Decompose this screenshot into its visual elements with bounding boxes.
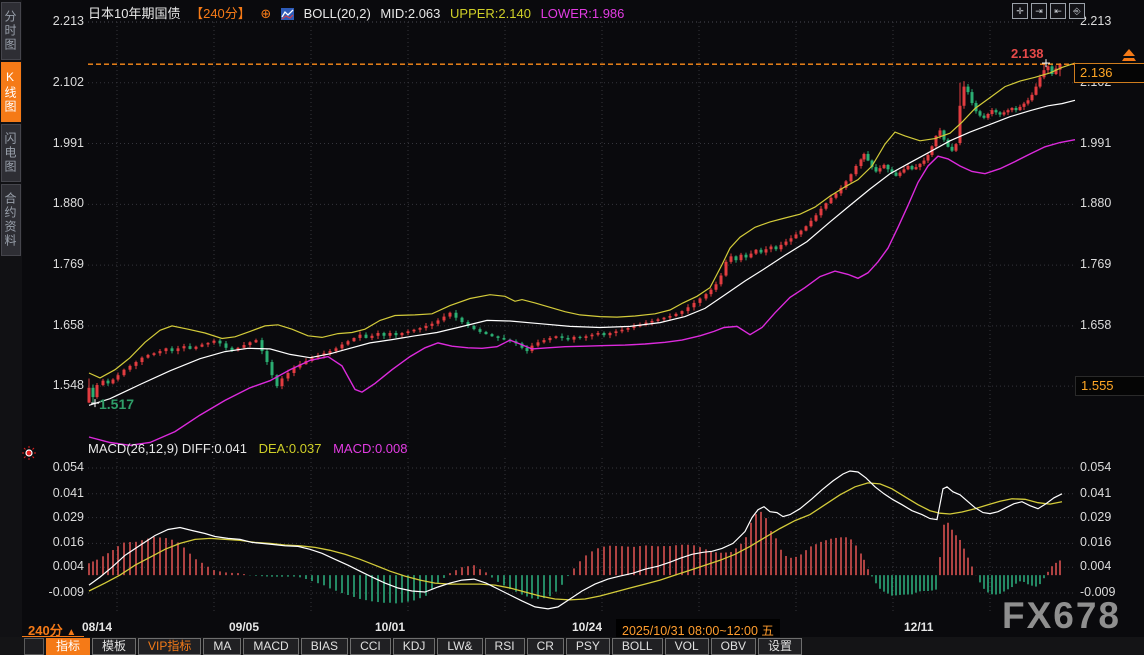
macd-tick-right: 0.004 — [1080, 559, 1112, 574]
boll-lower-value: LOWER:1.986 — [540, 6, 625, 21]
macd-dea-value: DEA:0.037 — [258, 441, 322, 456]
toolbar-item-CR[interactable]: CR — [526, 637, 564, 655]
indicator-toolbar: 指标 模板 VIP指标 MA MACD BIAS CCI KDJ LW& RSI CR PSY BOLL… — [0, 637, 1144, 655]
header-icon-strip: ✛ ⇥ ⇤ ⎆ — [1012, 3, 1085, 19]
macd-diff-value: MACD(26,12,9) DIFF:0.041 — [88, 441, 247, 456]
macd-tick-left: 0.029 — [52, 509, 84, 524]
fx678-watermark: FX678 — [1002, 595, 1122, 636]
boll-mid-value: MID:2.063 — [380, 6, 441, 21]
price-tick-left: 1.769 — [52, 257, 84, 272]
price-tick-right: 1.769 — [1080, 257, 1112, 272]
toolbar-item-RSI[interactable]: RSI — [484, 637, 525, 655]
period-label: 【240分】 — [190, 6, 251, 21]
sidebar-tab-4[interactable]: 合约资料 — [1, 184, 21, 256]
toolbar-item-模板[interactable]: 模板 — [92, 637, 137, 655]
toolbar-item-KDJ[interactable]: KDJ — [392, 637, 436, 655]
macd-tick-left: 0.004 — [52, 559, 84, 574]
macd-tick-right: 0.016 — [1080, 535, 1112, 550]
x-axis-tick: 10/01 — [375, 620, 406, 634]
macd-tick-left: -0.009 — [48, 585, 84, 599]
macd-header: MACD(26,12,9) DIFF:0.041 DEA:0.037 MACD:… — [88, 441, 416, 456]
x-axis-tick: 09/05 — [229, 620, 260, 634]
sidebar-tab-1[interactable]: 分时图 — [1, 2, 21, 60]
price-up-arrow-icon — [1120, 49, 1138, 67]
right-axis-price-box: 1.555 — [1075, 376, 1144, 396]
boll-upper-value: UPPER:2.140 — [450, 6, 531, 21]
price-tick-left: 2.213 — [52, 14, 84, 28]
chart-window: 分时图 K线图 闪电图 合约资料 日本10年期国债 【240分】 ⊕ BOLL(20,… — [0, 0, 1144, 655]
toolbar-item-OBV[interactable]: OBV — [710, 637, 756, 655]
x-axis-tick: 12/11 — [904, 620, 934, 634]
macd-tick-left: 0.016 — [52, 535, 84, 550]
toolbar-item-BIAS[interactable]: BIAS — [300, 637, 349, 655]
sidebar-tab-3[interactable]: 闪电图 — [1, 124, 21, 182]
toolbar-item-CCI[interactable]: CCI — [350, 637, 391, 655]
toolbar-item-PSY[interactable]: PSY — [565, 637, 610, 655]
toolbar-stub-box[interactable] — [24, 637, 44, 655]
sidebar-tab-2[interactable]: K线图 — [1, 62, 21, 122]
price-tick-right: 1.880 — [1080, 196, 1112, 211]
macd-bar-value: MACD:0.008 — [333, 441, 408, 456]
left-sidebar: 分时图 K线图 闪电图 合约资料 — [0, 0, 22, 655]
macd-tick-right: 0.041 — [1080, 485, 1112, 500]
toolbar-item-BOLL[interactable]: BOLL — [611, 637, 663, 655]
macd-tick-right: 0.029 — [1080, 509, 1112, 524]
price-tick-left: 1.991 — [52, 135, 84, 150]
high-price-label: 2.138 — [1011, 46, 1044, 61]
expand-x-axis-icon[interactable]: ⇥ — [1031, 3, 1047, 19]
macd-tick-right: 0.054 — [1080, 460, 1112, 474]
toolbar-item-指标[interactable]: 指标 — [46, 637, 91, 655]
x-axis-tick: 08/14 — [82, 620, 113, 634]
indicator-chart-icon[interactable] — [280, 6, 294, 21]
exit-pane-icon[interactable]: ⎆ — [1069, 3, 1085, 19]
toolbar-item-LW&[interactable]: LW& — [437, 637, 483, 655]
toolbar-item-MA[interactable]: MA — [203, 637, 242, 655]
price-tick-right: 1.991 — [1080, 135, 1112, 150]
collapse-circle-icon[interactable]: ⊕ — [260, 6, 271, 21]
low-price-label: 1.517 — [99, 396, 135, 412]
compress-x-axis-icon[interactable]: ⇤ — [1050, 3, 1066, 19]
alert-icon[interactable] — [22, 446, 36, 465]
boll-params: BOLL(20,2) — [303, 6, 371, 21]
chart-header: 日本10年期国债 【240分】 ⊕ BOLL(20,2) MID:2.063 U… — [88, 3, 630, 22]
pane-layout-icon[interactable]: ✛ — [1012, 3, 1028, 19]
instrument-title: 日本10年期国债 — [88, 6, 181, 21]
kline-chart-canvas[interactable] — [0, 0, 1144, 655]
toolbar-item-设置[interactable]: 设置 — [757, 637, 802, 655]
price-tick-right: 1.658 — [1080, 317, 1112, 332]
price-tick-left: 1.880 — [52, 196, 84, 211]
x-axis-tick: 10/24 — [572, 620, 603, 634]
macd-tick-left: 0.041 — [52, 485, 84, 500]
toolbar-item-VOL[interactable]: VOL — [664, 637, 709, 655]
price-tick-left: 2.102 — [52, 74, 84, 89]
price-tick-left: 1.548 — [52, 378, 84, 393]
toolbar-item-MACD[interactable]: MACD — [243, 637, 299, 655]
toolbar-item-VIP指标[interactable]: VIP指标 — [138, 637, 202, 655]
price-tick-left: 1.658 — [52, 317, 84, 332]
